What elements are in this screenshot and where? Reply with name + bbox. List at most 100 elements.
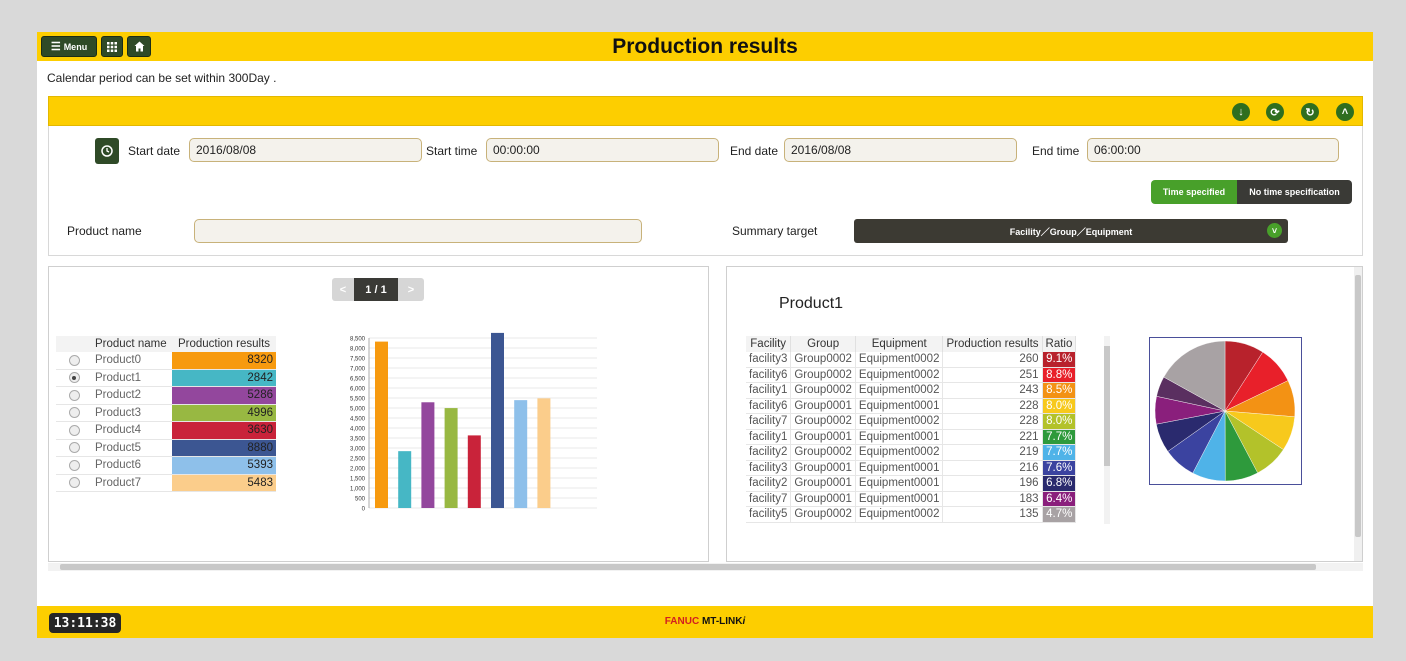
bar-product5[interactable] [491, 332, 504, 508]
bar-product7[interactable] [537, 398, 551, 508]
select-cell [56, 456, 92, 475]
facility-cell: facility2 [746, 475, 792, 492]
time-picker-button[interactable] [95, 138, 119, 164]
end-date-input[interactable]: 2016/08/08 [784, 138, 1017, 162]
table-row[interactable]: facility7 Group0002 Equipment0002 228 8.0% [746, 413, 1077, 430]
group-cell: Group0002 [790, 413, 856, 430]
bar-product3[interactable] [444, 408, 458, 508]
table-scrollbar[interactable] [1104, 336, 1110, 524]
table-scrollbar-thumb[interactable] [1104, 346, 1110, 466]
facility-table-header: Facility Group Equipment Production resu… [746, 336, 1077, 352]
table-row[interactable]: Product5 8880 [56, 439, 276, 457]
ratio-cell: 8.0% [1042, 413, 1077, 430]
y-tick-label: 2,000 [350, 467, 366, 473]
vertical-scrollbar[interactable] [1354, 267, 1362, 561]
result-cell: 228 [942, 413, 1043, 430]
table-row[interactable]: facility3 Group0001 Equipment0001 216 7.6% [746, 460, 1077, 476]
y-tick-label: 6,000 [350, 387, 366, 393]
vertical-scrollbar-thumb[interactable] [1355, 275, 1361, 537]
ratio-cell: 9.1% [1042, 352, 1077, 368]
table-row[interactable]: Product2 5286 [56, 386, 276, 405]
production-results-cell: 4996 [172, 404, 276, 422]
table-row[interactable]: Product7 5483 [56, 474, 276, 492]
pager-next-button[interactable]: > [398, 278, 424, 301]
table-row[interactable]: facility2 Group0002 Equipment0002 219 7.7% [746, 444, 1077, 461]
horizontal-scrollbar-thumb[interactable] [60, 564, 1316, 570]
table-row[interactable]: facility6 Group0001 Equipment0001 228 8.0% [746, 398, 1077, 414]
product-name-cell: Product6 [92, 456, 172, 475]
collapse-icon[interactable]: ˄ [1336, 103, 1354, 121]
production-bar-chart: 8,500 8,000 7,500 7,000 6,500 6,000 5,500 5,000… [350, 332, 597, 513]
product-table-body: Product0 8320 Product1 2842 Product2 5286 Prod… [56, 352, 276, 492]
grid-button[interactable] [101, 36, 123, 57]
table-row[interactable]: Product1 2842 [56, 369, 276, 387]
table-row[interactable]: facility2 Group0001 Equipment0001 196 6.8% [746, 475, 1077, 492]
y-tick-label: 1,000 [350, 487, 366, 493]
equipment-cell: Equipment0002 [855, 413, 944, 430]
end-time-input[interactable]: 06:00:00 [1087, 138, 1339, 162]
summary-target-select[interactable]: Facility／Group／Equipment ˅ [854, 219, 1288, 243]
equipment-cell: Equipment0001 [855, 475, 944, 492]
table-row[interactable]: facility1 Group0001 Equipment0001 221 7.7% [746, 429, 1077, 445]
facility-cell: facility1 [746, 382, 792, 399]
result-cell: 183 [942, 491, 1043, 507]
refresh-cycle-icon[interactable]: ⟳ [1266, 103, 1284, 121]
facility-cell: facility6 [746, 367, 792, 383]
row-radio[interactable] [68, 442, 80, 454]
ratio-cell: 6.4% [1042, 491, 1077, 507]
y-tick-label: 500 [355, 497, 366, 503]
table-row[interactable]: Product3 4996 [56, 404, 276, 422]
facility-cell: facility6 [746, 398, 792, 414]
brand-mt-link: MT-LINK [699, 616, 743, 627]
select-cell [56, 386, 92, 405]
result-cell: 228 [942, 398, 1043, 414]
start-date-input[interactable]: 2016/08/08 [189, 138, 422, 162]
bar-product2[interactable] [421, 402, 435, 508]
column-header-production-results: Production results [942, 336, 1043, 352]
y-tick-label: 3,000 [350, 447, 366, 453]
menu-button[interactable]: ☰ Menu [41, 36, 97, 57]
row-radio[interactable] [68, 407, 80, 419]
production-results-cell: 3630 [172, 421, 276, 440]
table-row[interactable]: facility1 Group0002 Equipment0002 243 8.5% [746, 382, 1077, 399]
row-radio[interactable] [68, 354, 80, 366]
home-button[interactable] [127, 36, 151, 57]
y-tick-label: 6,500 [350, 377, 366, 383]
table-row[interactable]: facility3 Group0002 Equipment0002 260 9.1% [746, 352, 1077, 368]
product-name-input[interactable] [194, 219, 642, 243]
table-row[interactable]: facility5 Group0002 Equipment0002 135 4.7% [746, 506, 1077, 523]
bar-product0[interactable] [375, 341, 388, 508]
hamburger-icon: ☰ [50, 41, 61, 53]
row-radio[interactable] [68, 477, 80, 489]
column-header-facility: Facility [746, 336, 792, 352]
table-row[interactable]: Product0 8320 [56, 352, 276, 370]
no-time-specification-option[interactable]: No time specification [1237, 180, 1352, 204]
production-results-cell: 5483 [172, 474, 276, 492]
row-radio[interactable] [68, 459, 80, 471]
table-row[interactable]: facility6 Group0002 Equipment0002 251 8.8% [746, 367, 1077, 383]
bar-product4[interactable] [467, 435, 481, 508]
result-cell: 135 [942, 506, 1043, 523]
product-name-cell: Product7 [92, 474, 172, 492]
y-tick-label: 5,500 [350, 397, 366, 403]
y-tick-label: 8,000 [350, 347, 366, 353]
table-row[interactable]: facility7 Group0001 Equipment0001 183 6.4% [746, 491, 1077, 507]
row-radio[interactable] [68, 372, 80, 384]
time-specified-option[interactable]: Time specified [1151, 180, 1237, 204]
bar-product6[interactable] [514, 400, 528, 508]
table-row[interactable]: Product4 3630 [56, 421, 276, 440]
column-header-product-name: Product name [92, 336, 172, 352]
row-radio[interactable] [68, 424, 80, 436]
ratio-cell: 8.5% [1042, 382, 1077, 399]
production-results-cell: 5393 [172, 456, 276, 475]
equipment-cell: Equipment0002 [855, 352, 944, 368]
horizontal-scrollbar[interactable] [48, 563, 1363, 571]
table-row[interactable]: Product6 5393 [56, 456, 276, 475]
row-radio[interactable] [68, 389, 80, 401]
pager-prev-button[interactable]: < [332, 278, 354, 301]
download-icon[interactable]: ↓ [1232, 103, 1250, 121]
facility-cell: facility1 [746, 429, 792, 445]
bar-product1[interactable] [398, 451, 412, 508]
reload-icon[interactable]: ↻ [1301, 103, 1319, 121]
start-time-input[interactable]: 00:00:00 [486, 138, 719, 162]
